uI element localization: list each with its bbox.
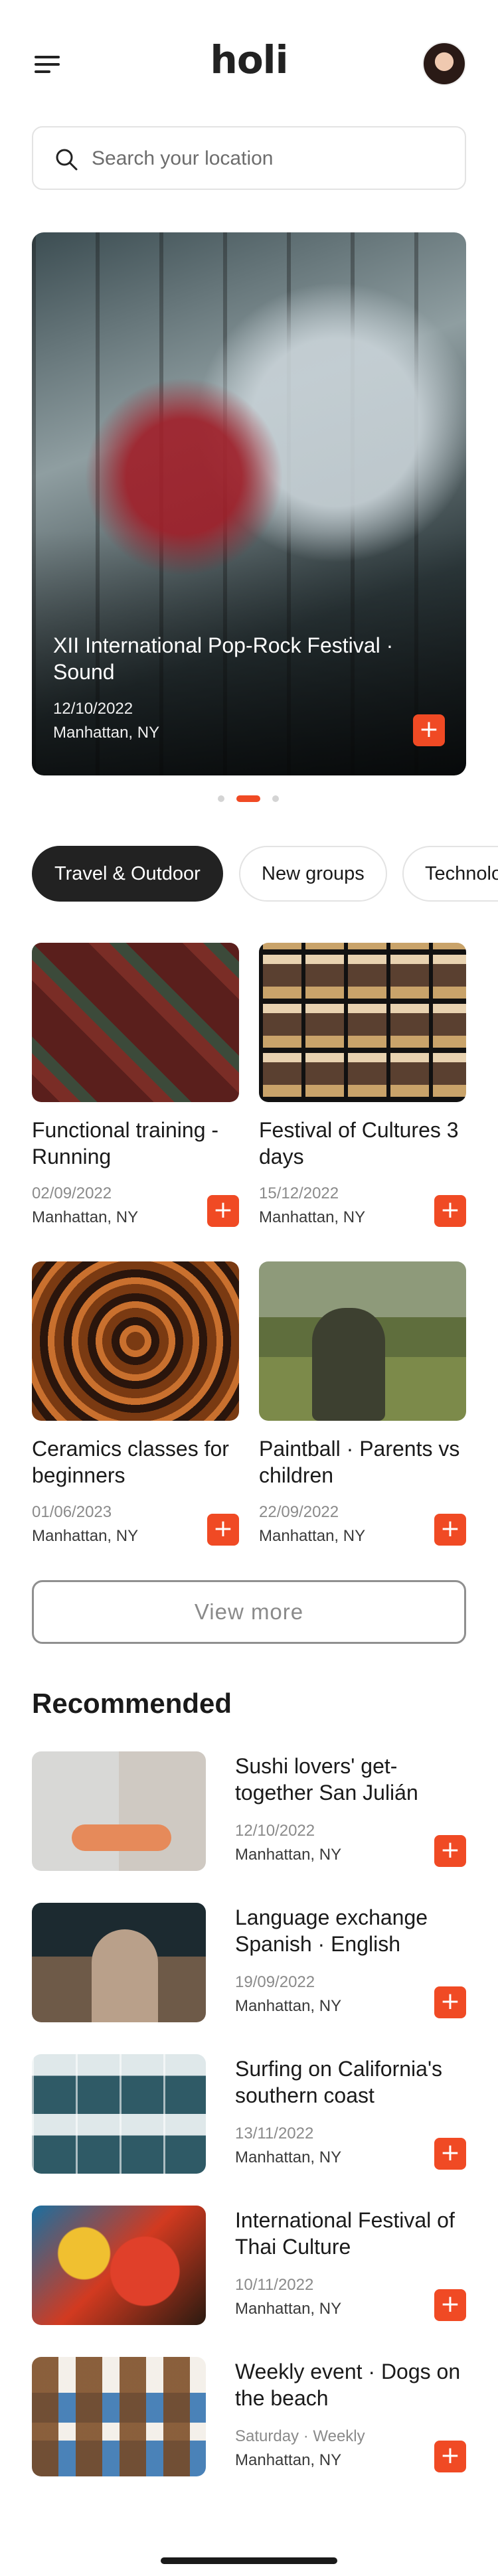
event-location: Manhattan, NY — [32, 1208, 139, 1226]
chip-technology[interactable]: Technology — [402, 846, 498, 902]
home-indicator — [161, 2557, 337, 2564]
recommended-location: Manhattan, NY — [235, 1846, 342, 1864]
recommended-location: Manhattan, NY — [235, 2148, 342, 2166]
event-card[interactable]: Paintball · Parents vs children 22/09/20… — [259, 1261, 466, 1554]
recommended-image — [32, 2054, 206, 2174]
recommended-date: 12/10/2022 — [235, 1822, 315, 1840]
event-title: Paintball · Parents vs children — [259, 1437, 460, 1487]
add-event-button[interactable]: + — [434, 1835, 466, 1867]
featured-event-date: 12/10/2022 — [53, 700, 133, 718]
event-image — [259, 943, 466, 1102]
recommended-date: 10/11/2022 — [235, 2276, 314, 2294]
event-image — [32, 1261, 239, 1421]
app-header: holi — [0, 0, 498, 126]
carousel-dot[interactable] — [218, 795, 224, 802]
recommended-date: 19/09/2022 — [235, 1973, 315, 1991]
add-event-button[interactable]: + — [434, 1986, 466, 2018]
event-image — [259, 1261, 466, 1421]
recommended-heading: Recommended — [32, 1688, 232, 1719]
recommended-title: Weekly event · Dogs on the beach — [235, 2360, 461, 2410]
event-title: Functional training - Running — [32, 1118, 219, 1168]
search-placeholder: Search your location — [92, 147, 274, 169]
recommended-image — [32, 1751, 206, 1871]
event-date: 02/09/2022 — [32, 1184, 112, 1202]
event-card[interactable]: Ceramics classes for beginners 01/06/202… — [32, 1261, 239, 1554]
carousel-dot[interactable] — [272, 795, 279, 802]
event-location: Manhattan, NY — [259, 1208, 366, 1226]
view-more-button[interactable]: View more — [32, 1580, 466, 1644]
recommended-title: Language exchange Spanish · English — [235, 1905, 428, 1956]
recommended-location: Manhattan, NY — [235, 2300, 342, 2318]
event-title: Festival of Cultures 3 days — [259, 1118, 459, 1168]
recommended-image — [32, 2206, 206, 2325]
add-event-button[interactable]: + — [434, 1514, 466, 1546]
add-event-button[interactable]: + — [434, 2441, 466, 2472]
chip-travel-outdoor[interactable]: Travel & Outdoor — [32, 846, 223, 902]
recommended-title: Sushi lovers' get-together San Julián — [235, 1754, 418, 1805]
event-location: Manhattan, NY — [32, 1527, 139, 1545]
event-card[interactable]: Functional training - Running 02/09/2022… — [32, 943, 239, 1235]
add-event-button[interactable]: + — [413, 714, 445, 746]
add-event-button[interactable]: + — [434, 2289, 466, 2321]
featured-event-title: XII International Pop-Rock Festival · So… — [53, 633, 394, 684]
featured-event-location: Manhattan, NY — [53, 724, 160, 742]
event-date: 22/09/2022 — [259, 1503, 339, 1521]
recommended-location: Manhattan, NY — [235, 2451, 342, 2469]
event-card[interactable]: Festival of Cultures 3 days 15/12/2022 M… — [259, 943, 466, 1235]
search-icon — [56, 149, 78, 171]
recommended-item[interactable]: Sushi lovers' get-together San Julián 12… — [32, 1751, 466, 1871]
carousel-indicator — [0, 795, 498, 803]
add-event-button[interactable]: + — [207, 1514, 239, 1546]
recommended-image — [32, 1903, 206, 2022]
event-image — [32, 943, 239, 1102]
category-chips: Travel & Outdoor New groups Technology — [32, 846, 498, 903]
recommended-date: Saturday · Weekly — [235, 2427, 365, 2445]
search-input[interactable]: Search your location — [32, 126, 466, 190]
recommended-item[interactable]: Weekly event · Dogs on the beach Saturda… — [32, 2357, 466, 2476]
carousel-dot-active[interactable] — [236, 795, 260, 802]
featured-event-card[interactable]: XII International Pop-Rock Festival · So… — [32, 232, 466, 775]
event-date: 15/12/2022 — [259, 1184, 339, 1202]
add-event-button[interactable]: + — [434, 2138, 466, 2170]
recommended-date: 13/11/2022 — [235, 2125, 314, 2142]
recommended-title: Surfing on California's southern coast — [235, 2057, 443, 2107]
add-event-button[interactable]: + — [434, 1195, 466, 1227]
event-date: 01/06/2023 — [32, 1503, 112, 1521]
recommended-title: International Festival of Thai Culture — [235, 2208, 455, 2259]
recommended-item[interactable]: Surfing on California's southern coast 1… — [32, 2054, 466, 2174]
user-avatar[interactable] — [422, 42, 466, 86]
recommended-item[interactable]: International Festival of Thai Culture 1… — [32, 2206, 466, 2325]
recommended-image — [32, 2357, 206, 2476]
recommended-location: Manhattan, NY — [235, 1997, 342, 2015]
event-location: Manhattan, NY — [259, 1527, 366, 1545]
event-title: Ceramics classes for beginners — [32, 1437, 229, 1487]
add-event-button[interactable]: + — [207, 1195, 239, 1227]
chip-new-groups[interactable]: New groups — [239, 846, 387, 902]
recommended-item[interactable]: Language exchange Spanish · English 19/0… — [32, 1903, 466, 2022]
